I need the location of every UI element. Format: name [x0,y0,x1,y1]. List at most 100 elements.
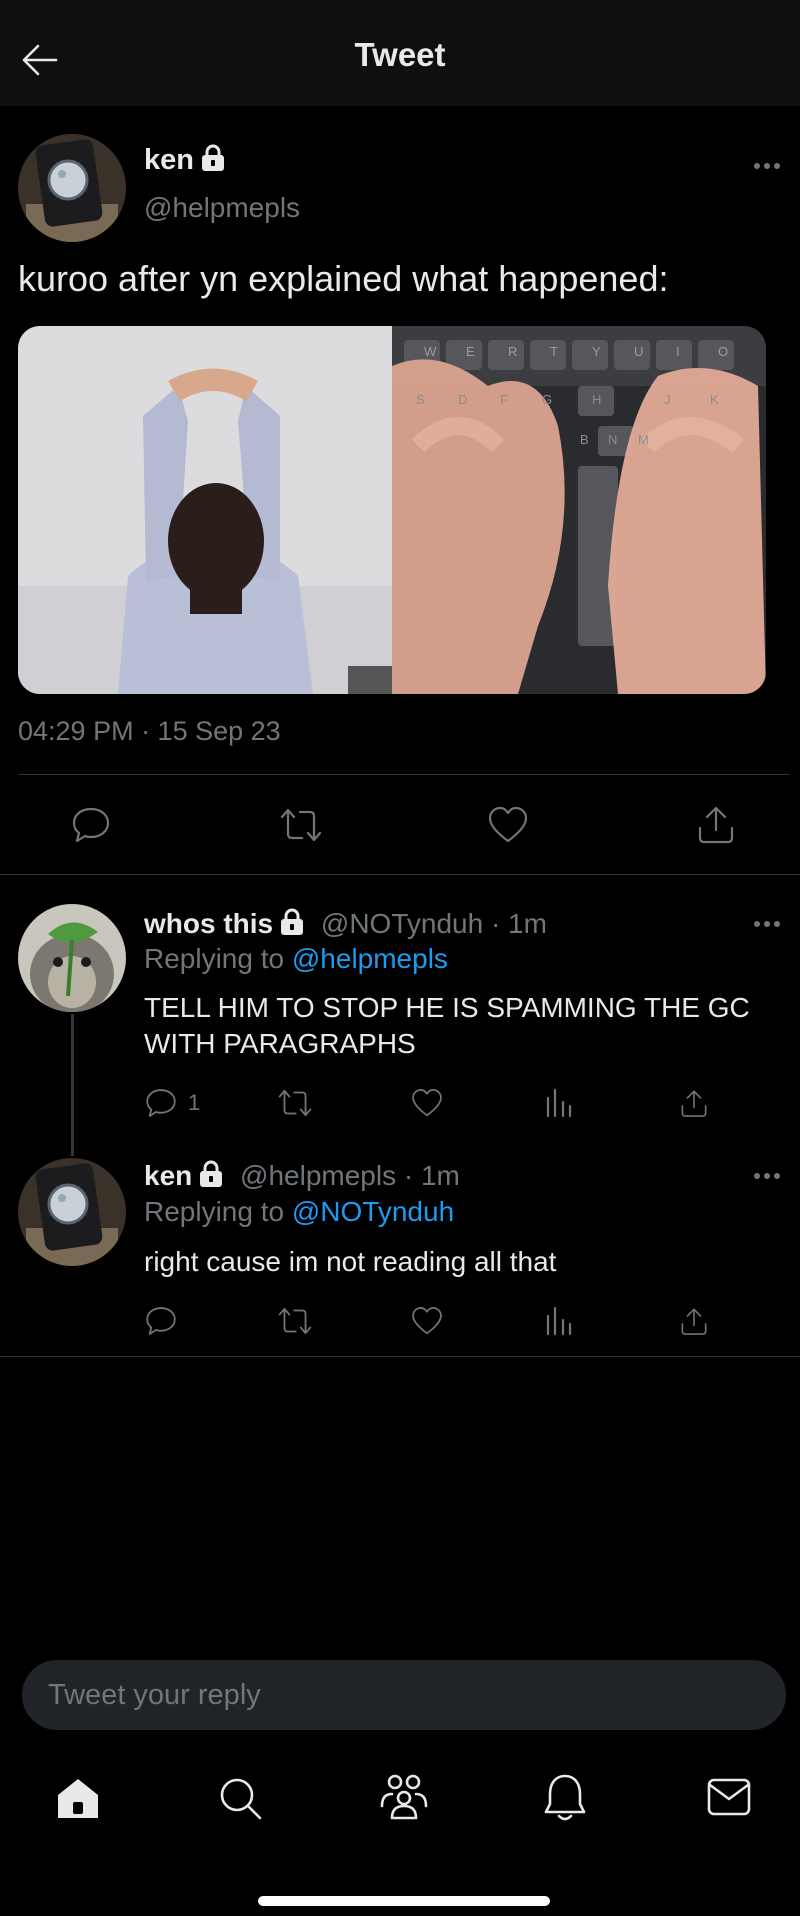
retweet-button[interactable] [276,1304,316,1340]
home-indicator [258,1896,550,1906]
avatar-image [18,134,126,242]
like-button[interactable] [486,804,530,846]
nav-messages[interactable] [706,1776,752,1818]
key-label: H [592,392,602,407]
key-label: I [676,344,680,359]
reply-composer[interactable] [22,1660,786,1730]
replying-to-link[interactable]: @helpmepls [292,943,448,974]
reply-display-name[interactable]: whos this [144,908,273,939]
avatar[interactable] [18,134,126,242]
heart-icon [412,1307,442,1335]
notifications-icon [544,1774,586,1821]
analytics-icon [546,1306,572,1336]
retweet-icon [278,1089,312,1117]
views-button[interactable] [544,1304,576,1340]
key-label: J [664,392,671,407]
bottom-nav [0,1760,800,1916]
lock-icon [200,144,226,172]
keyboard-row-2: S D F G H J K [392,392,766,412]
key-label: F [500,392,508,407]
nav-home[interactable] [54,1774,102,1822]
reply-button[interactable] [144,1304,184,1340]
replying-prefix: Replying to [144,943,285,974]
display-name-text: ken [144,144,194,176]
search-icon [220,1778,262,1820]
share-icon [698,806,734,844]
keyboard-row-1: W E R T Y U I O [392,344,766,364]
key-label: G [542,392,553,407]
messages-icon [707,1778,751,1816]
communities-icon [380,1774,428,1820]
reply-header: ken @helpmepls · 1m [144,1160,460,1192]
reply-button[interactable] [70,804,112,846]
nav-search[interactable] [216,1774,264,1822]
nav-communities[interactable] [378,1772,430,1822]
reply-action-bar [144,1304,724,1340]
key-label: E [466,344,475,359]
more-options-icon[interactable] [752,1170,782,1182]
reply-icon [72,807,110,843]
lock-icon [198,1160,224,1188]
avatar[interactable] [18,904,126,1012]
share-icon [681,1308,707,1335]
home-icon [58,1779,98,1818]
keyboard-row-3: B N M [392,432,766,452]
key-label: D [458,392,468,407]
like-button[interactable] [410,1086,446,1122]
tweet-media[interactable]: W E R T Y U I O S D F G H J K B N M [18,326,766,694]
reply-icon [146,1307,176,1335]
key-label: S [416,392,425,407]
share-button[interactable] [694,802,738,846]
retweet-icon [280,808,322,842]
reply-display-name[interactable]: ken [144,1160,192,1191]
reply-input[interactable] [48,1660,748,1730]
key-label: O [718,344,729,359]
analytics-icon [546,1088,572,1118]
reply-icon [146,1089,176,1117]
replying-to-line: Replying to @NOTynduh [144,1196,454,1228]
retweet-icon [278,1307,312,1335]
retweet-button[interactable] [276,1086,316,1122]
key-label: K [710,392,719,407]
more-options-icon[interactable] [752,918,782,930]
thread-line [71,1014,74,1156]
replying-prefix: Replying to [144,1196,285,1227]
key-label: N [608,432,618,447]
reply-header: whos this @NOTynduh · 1m [144,908,547,940]
replying-to-line: Replying to @helpmepls [144,943,448,975]
key-label: R [508,344,518,359]
nav-notifications[interactable] [542,1772,588,1822]
replying-to-link[interactable]: @NOTynduh [292,1196,454,1227]
lock-icon [279,908,305,936]
heart-icon [412,1089,442,1117]
reply-button[interactable]: 1 [144,1086,204,1122]
reply-handle-time[interactable]: @helpmepls · 1m [240,1160,460,1191]
divider [18,774,790,775]
tweet-timestamp[interactable]: 04:29 PM · 15 Sep 23 [18,716,281,747]
page-title: Tweet [354,36,446,73]
more-options-icon[interactable] [752,160,782,172]
views-button[interactable] [544,1086,576,1122]
key-label: B [580,432,589,447]
divider [0,874,800,875]
retweet-button[interactable] [278,804,324,846]
top-bar: Tweet [0,0,800,106]
avatar-image [18,904,126,1012]
avatar-image [18,1158,126,1266]
share-button[interactable] [678,1304,712,1340]
meme-image [18,326,766,694]
key-label: U [634,344,644,359]
heart-icon [488,806,528,843]
tweet-text: kuroo after yn explained what happened: [18,258,669,299]
avatar[interactable] [18,1158,126,1266]
key-label: W [424,344,437,359]
share-button[interactable] [678,1086,712,1122]
key-label: M [638,432,649,447]
author-display-name[interactable]: ken [144,144,226,177]
author-handle[interactable]: @helpmepls [144,192,300,224]
reply-handle-time[interactable]: @NOTynduh · 1m [321,908,547,939]
key-label: T [550,344,558,359]
reply-count: 1 [188,1090,201,1115]
key-label: Y [592,344,601,359]
like-button[interactable] [410,1304,446,1340]
